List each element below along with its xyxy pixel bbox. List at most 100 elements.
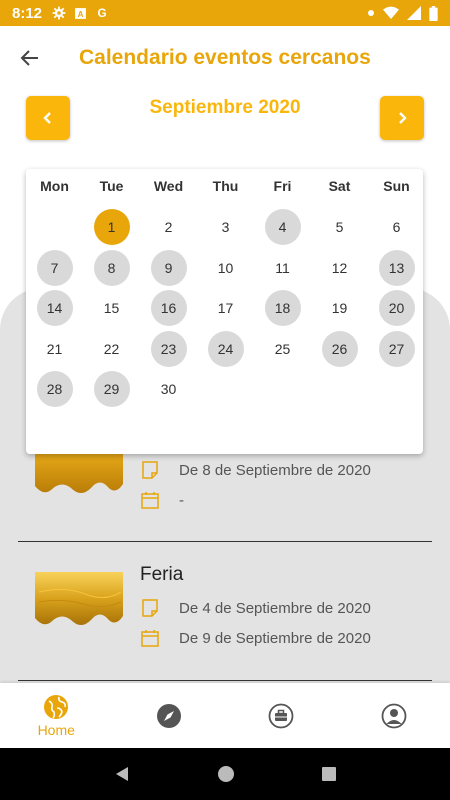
calendar-day-number: 2 (164, 219, 173, 236)
calendar-day[interactable]: 10 (197, 248, 254, 289)
svg-text:A: A (78, 9, 84, 18)
calendar-day-number: 28 (36, 371, 73, 408)
calendar-day[interactable]: 6 (368, 207, 425, 248)
next-month-button[interactable] (380, 96, 424, 140)
calendar-day[interactable]: 2 (140, 207, 197, 248)
list-divider (18, 680, 432, 681)
calendar-day[interactable]: 21 (26, 329, 83, 370)
nav-home[interactable]: Home (0, 683, 113, 748)
calendar-day[interactable]: 17 (197, 288, 254, 329)
calendar-day-number: 20 (378, 290, 415, 327)
weekday-label: Sun (383, 178, 410, 194)
event-start-date: De 8 de Septiembre de 2020 (140, 460, 371, 480)
app-bar: Calendario eventos cercanos (0, 26, 450, 90)
calendar-day[interactable]: 13 (368, 248, 425, 289)
status-system-icons (367, 5, 438, 21)
chevron-left-icon (43, 112, 51, 124)
calendar-icon (141, 630, 159, 647)
calendar-day-number: 1 (93, 209, 130, 246)
calendar-day-number: 16 (150, 290, 187, 327)
calendar-day[interactable]: 16 (140, 288, 197, 329)
calendar-day[interactable]: 26 (311, 329, 368, 370)
recents-square-icon[interactable] (321, 766, 337, 782)
calendar-day-number: 13 (378, 249, 415, 286)
back-button[interactable] (0, 26, 60, 90)
calendar-day-number: 11 (275, 259, 290, 276)
calendar-day-number: 8 (93, 249, 130, 286)
a-icon: A (75, 7, 86, 19)
calendar-day[interactable]: 30 (140, 369, 197, 410)
weekday-label: Wed (153, 178, 184, 194)
calendar-day-number: 14 (36, 290, 73, 327)
gear-icon (52, 6, 66, 20)
calendar-day-number: 24 (207, 330, 244, 367)
signal-icon (407, 6, 421, 20)
month-label: Septiembre 2020 (149, 97, 301, 118)
weekday-label: Fri (273, 178, 292, 194)
calendar-day-number: 26 (321, 330, 358, 367)
calendar-day[interactable]: 25 (254, 329, 311, 370)
calendar-day-number: 30 (160, 381, 177, 398)
nav-home-label: Home (37, 721, 75, 738)
calendar-day[interactable]: 11 (254, 248, 311, 289)
calendar-day-number: 12 (331, 259, 348, 276)
note-icon (142, 461, 158, 479)
globe-icon (44, 694, 69, 719)
calendar-day[interactable]: 12 (311, 248, 368, 289)
calendar-day-number: 6 (392, 219, 401, 236)
status-bar: 8:12 A G (0, 0, 450, 26)
status-notification-icons: A G (52, 6, 109, 20)
nav-explore[interactable] (113, 683, 226, 748)
calendar-day[interactable]: 27 (368, 329, 425, 370)
event-title: Feria (140, 564, 184, 585)
calendar-day[interactable]: 14 (26, 288, 83, 329)
event-start-date: De 4 de Septiembre de 2020 (140, 598, 371, 618)
weekday-label: Thu (212, 178, 239, 194)
weekday-label: Tue (99, 178, 124, 194)
briefcase-icon (268, 703, 294, 728)
calendar-day[interactable]: 15 (83, 288, 140, 329)
system-nav-bar (0, 748, 450, 800)
calendar-day-number: 4 (264, 209, 301, 246)
calendar-day-number: 29 (93, 371, 130, 408)
calendar-day-number: 18 (264, 290, 301, 327)
chevron-right-icon (399, 112, 407, 124)
calendar-icon (141, 492, 159, 509)
calendar-day[interactable]: 28 (26, 369, 83, 410)
weekday-label: Sat (328, 178, 351, 194)
calendar-day[interactable]: 19 (311, 288, 368, 329)
calendar-day-number: 10 (217, 259, 234, 276)
nav-profile[interactable] (338, 683, 450, 748)
calendar-day-number: 21 (46, 340, 63, 357)
event-thumbnail (35, 572, 123, 625)
back-triangle-icon[interactable] (113, 765, 131, 783)
calendar-day[interactable]: 22 (83, 329, 140, 370)
home-circle-icon[interactable] (217, 765, 235, 783)
arrow-back-icon (20, 50, 38, 66)
calendar-empty-cell (26, 207, 83, 248)
calendar-day[interactable]: 3 (197, 207, 254, 248)
calendar-day[interactable]: 20 (368, 288, 425, 329)
calendar-day-number: 17 (217, 300, 234, 317)
calendar-day[interactable]: 23 (140, 329, 197, 370)
svg-text:G: G (97, 7, 106, 20)
page-title: Calendario eventos cercanos (79, 46, 371, 69)
calendar-day[interactable]: 4 (254, 207, 311, 248)
calendar-day-number: 19 (331, 300, 348, 317)
bottom-navigation: Home (0, 683, 450, 748)
calendar-day[interactable]: 7 (26, 248, 83, 289)
calendar-day-number: 9 (150, 249, 187, 286)
calendar-day[interactable]: 5 (311, 207, 368, 248)
g-icon: G (97, 7, 106, 20)
nav-business[interactable] (225, 683, 338, 748)
calendar-day[interactable]: 24 (197, 329, 254, 370)
prev-month-button[interactable] (26, 96, 70, 140)
calendar-day-number: 23 (150, 330, 187, 367)
calendar-day[interactable]: 9 (140, 248, 197, 289)
calendar-day[interactable]: 8 (83, 248, 140, 289)
calendar-day[interactable]: 18 (254, 288, 311, 329)
note-icon (142, 599, 158, 617)
calendar-day[interactable]: 29 (83, 369, 140, 410)
weekday-label: Mon (40, 178, 69, 194)
calendar-day[interactable]: 1 (83, 207, 140, 248)
